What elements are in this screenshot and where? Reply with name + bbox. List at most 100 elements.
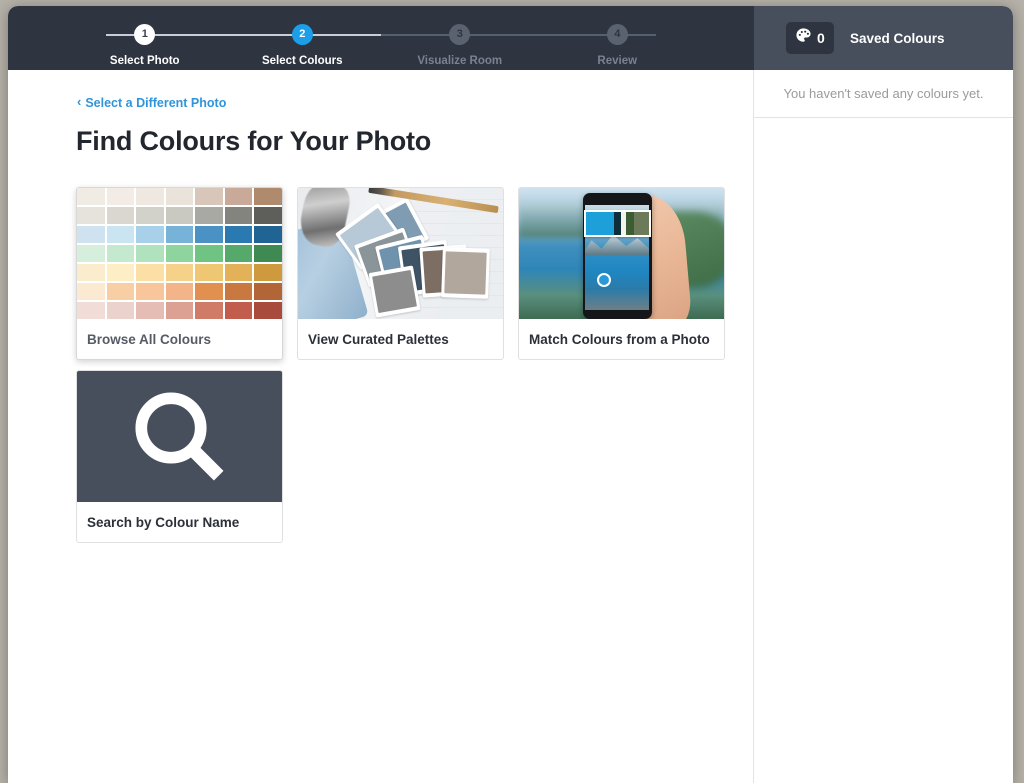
colour-swatch [254, 264, 282, 281]
top-bars: 1 Select Photo 2 Select Colours 3 Visual… [8, 6, 1013, 70]
search-thumb [77, 371, 282, 502]
saved-colours-list [754, 118, 1013, 783]
colour-swatch [106, 207, 135, 224]
colour-swatch [136, 264, 164, 281]
palette-icon [795, 27, 812, 49]
card-browse-all-colours[interactable]: Browse All Colours [76, 187, 283, 360]
body-row: ‹ Select a Different Photo Find Colours … [8, 70, 1013, 783]
colour-swatch [195, 226, 223, 243]
colour-swatch [165, 188, 194, 205]
colour-swatch [77, 245, 105, 262]
extracted-colour-swatch [585, 211, 614, 236]
colour-swatch [165, 226, 194, 243]
extracted-colour-swatch [626, 211, 635, 236]
wizard-stepper: 1 Select Photo 2 Select Colours 3 Visual… [8, 6, 754, 70]
paint-swatch-fan-photo [298, 188, 503, 319]
extracted-colour-swatch [613, 211, 621, 236]
colour-swatch-grid-thumb [77, 188, 282, 319]
colour-swatch [136, 226, 164, 243]
colour-swatch [106, 188, 135, 205]
extracted-colour-swatches [583, 209, 651, 238]
colour-swatch [165, 207, 194, 224]
colour-swatch [77, 302, 105, 319]
step-3-label: Visualize Room [417, 55, 503, 67]
step-select-photo[interactable]: 1 Select Photo [66, 6, 224, 70]
step-select-colours[interactable]: 2 Select Colours [224, 6, 382, 70]
step-4-label: Review [597, 55, 638, 67]
colour-swatch [77, 264, 105, 281]
colour-swatch [106, 245, 135, 262]
step-2-label: Select Colours [261, 55, 343, 67]
colour-swatch [224, 283, 253, 300]
colour-swatch [224, 245, 253, 262]
colour-swatch [77, 188, 105, 205]
card-match-colours-from-a-photo-label: Match Colours from a Photo [529, 331, 710, 347]
colour-swatch [165, 283, 194, 300]
colour-swatch [254, 283, 282, 300]
step-1-bullet: 1 [134, 24, 156, 45]
card-view-curated-palettes-label: View Curated Palettes [308, 331, 449, 347]
colour-swatch [77, 207, 105, 224]
step-review[interactable]: 4 Review [539, 6, 697, 70]
card-browse-all-colours-label: Browse All Colours [87, 331, 212, 347]
back-link-label: Select a Different Photo [85, 95, 227, 110]
colour-swatch [106, 264, 135, 281]
colour-swatch [136, 283, 164, 300]
colour-swatch [136, 302, 164, 319]
colour-swatch [254, 207, 282, 224]
colour-picker-modal: 1 Select Photo 2 Select Colours 3 Visual… [8, 6, 1013, 783]
colour-swatch-grid [77, 188, 282, 319]
colour-swatch [224, 226, 253, 243]
chevron-left-icon: ‹ [77, 94, 82, 109]
step-4-bullet: 4 [606, 24, 628, 45]
phone-mockup [582, 193, 653, 319]
colour-swatch [136, 188, 164, 205]
colour-swatch [165, 264, 194, 281]
colour-swatch [165, 302, 194, 319]
colour-swatch [195, 245, 223, 262]
colour-swatch [195, 188, 223, 205]
saved-colours-panel: You haven't saved any colours yet. [754, 70, 1013, 783]
paint-swatch-fan-photo-thumb [298, 188, 503, 319]
saved-colours-empty-message: You haven't saved any colours yet. [754, 70, 1013, 118]
colour-swatch [254, 188, 282, 205]
saved-colours-chip[interactable]: 0 [786, 22, 834, 54]
colour-swatch [254, 226, 282, 243]
saved-colours-count: 0 [817, 30, 825, 46]
colour-swatch [195, 207, 223, 224]
step-2-bullet: 2 [291, 24, 313, 45]
saved-colours-title: Saved Colours [850, 30, 945, 46]
colour-swatch [195, 302, 223, 319]
phone-colour-match-photo [519, 188, 724, 319]
colour-swatch [77, 283, 105, 300]
magnifier-icon [126, 383, 234, 491]
page-title: Find Colours for Your Photo [76, 126, 432, 156]
step-visualize-room[interactable]: 3 Visualize Room [381, 6, 539, 70]
colour-swatch [165, 245, 194, 262]
colour-swatch [195, 264, 223, 281]
colour-swatch [224, 207, 253, 224]
colour-swatch [224, 264, 253, 281]
step-3-bullet: 3 [449, 24, 471, 45]
card-view-curated-palettes[interactable]: View Curated Palettes [297, 187, 504, 360]
colour-swatch [106, 302, 135, 319]
saved-colours-header: 0 Saved Colours [754, 6, 1013, 70]
colour-swatch [254, 245, 282, 262]
colour-swatch [77, 226, 105, 243]
main-content: ‹ Select a Different Photo Find Colours … [8, 70, 754, 783]
colour-swatch [136, 207, 164, 224]
colour-swatch [224, 188, 253, 205]
phone-colour-match-photo-thumb [519, 188, 724, 319]
step-1-label: Select Photo [109, 55, 180, 67]
card-search-by-colour-name-label: Search by Colour Name [87, 514, 240, 530]
card-match-colours-from-a-photo[interactable]: Match Colours from a Photo [518, 187, 725, 360]
colour-swatch [224, 302, 253, 319]
colour-swatch [195, 283, 223, 300]
colour-source-cards: Browse All Colours View Curated Palettes… [76, 187, 736, 543]
card-search-by-colour-name[interactable]: Search by Colour Name [76, 370, 283, 543]
select-a-different-photo-link[interactable]: ‹ Select a Different Photo [77, 94, 227, 110]
colour-swatch [254, 302, 282, 319]
extracted-colour-swatch [634, 211, 649, 236]
colour-swatch [106, 283, 135, 300]
colour-swatch [136, 245, 164, 262]
